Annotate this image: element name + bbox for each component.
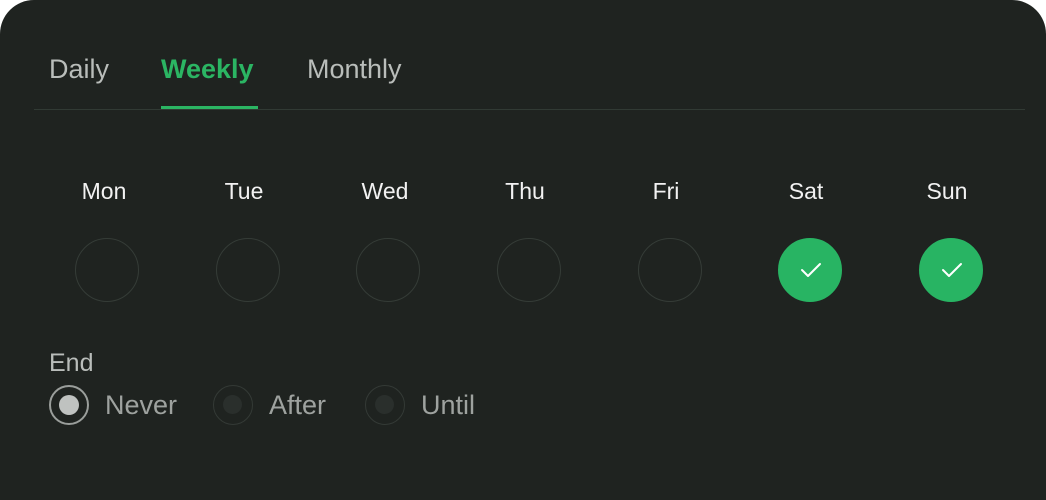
day-toggle-fri[interactable] [638, 238, 702, 302]
day-label-tue: Tue [224, 178, 264, 204]
day-label-wed: Wed [361, 178, 409, 204]
day-label-sat: Sat [788, 178, 824, 204]
day-toggle-thu[interactable] [497, 238, 561, 302]
end-section-label: End [49, 349, 94, 377]
tab-monthly[interactable]: Monthly [307, 52, 402, 86]
radio-button[interactable] [365, 385, 405, 425]
end-option-label: After [269, 390, 327, 420]
end-option-label: Never [105, 390, 178, 420]
day-toggle-tue[interactable] [216, 238, 280, 302]
radio-dot [59, 395, 79, 415]
end-option-label: Until [421, 390, 476, 420]
day-label-fri: Fri [652, 178, 680, 204]
radio-button[interactable] [213, 385, 253, 425]
day-label-thu: Thu [505, 178, 545, 204]
day-toggle-wed[interactable] [356, 238, 420, 302]
day-toggle-sat[interactable] [778, 238, 842, 302]
radio-button[interactable] [49, 385, 89, 425]
check-icon [942, 263, 962, 277]
check-icon [801, 263, 821, 277]
tab-weekly[interactable]: Weekly [161, 52, 254, 86]
radio-dot [223, 395, 242, 414]
radio-dot [375, 395, 394, 414]
day-toggle-mon[interactable] [75, 238, 139, 302]
frequency-tabs: Daily Weekly Monthly [34, 0, 1025, 110]
day-label-sun: Sun [926, 178, 968, 204]
recurrence-panel: Daily Weekly Monthly Mon Tue Wed Thu Fri… [0, 0, 1046, 500]
tab-daily[interactable]: Daily [49, 52, 109, 86]
day-toggle-sun[interactable] [919, 238, 983, 302]
active-tab-indicator [161, 106, 258, 109]
day-label-mon: Mon [81, 178, 127, 204]
